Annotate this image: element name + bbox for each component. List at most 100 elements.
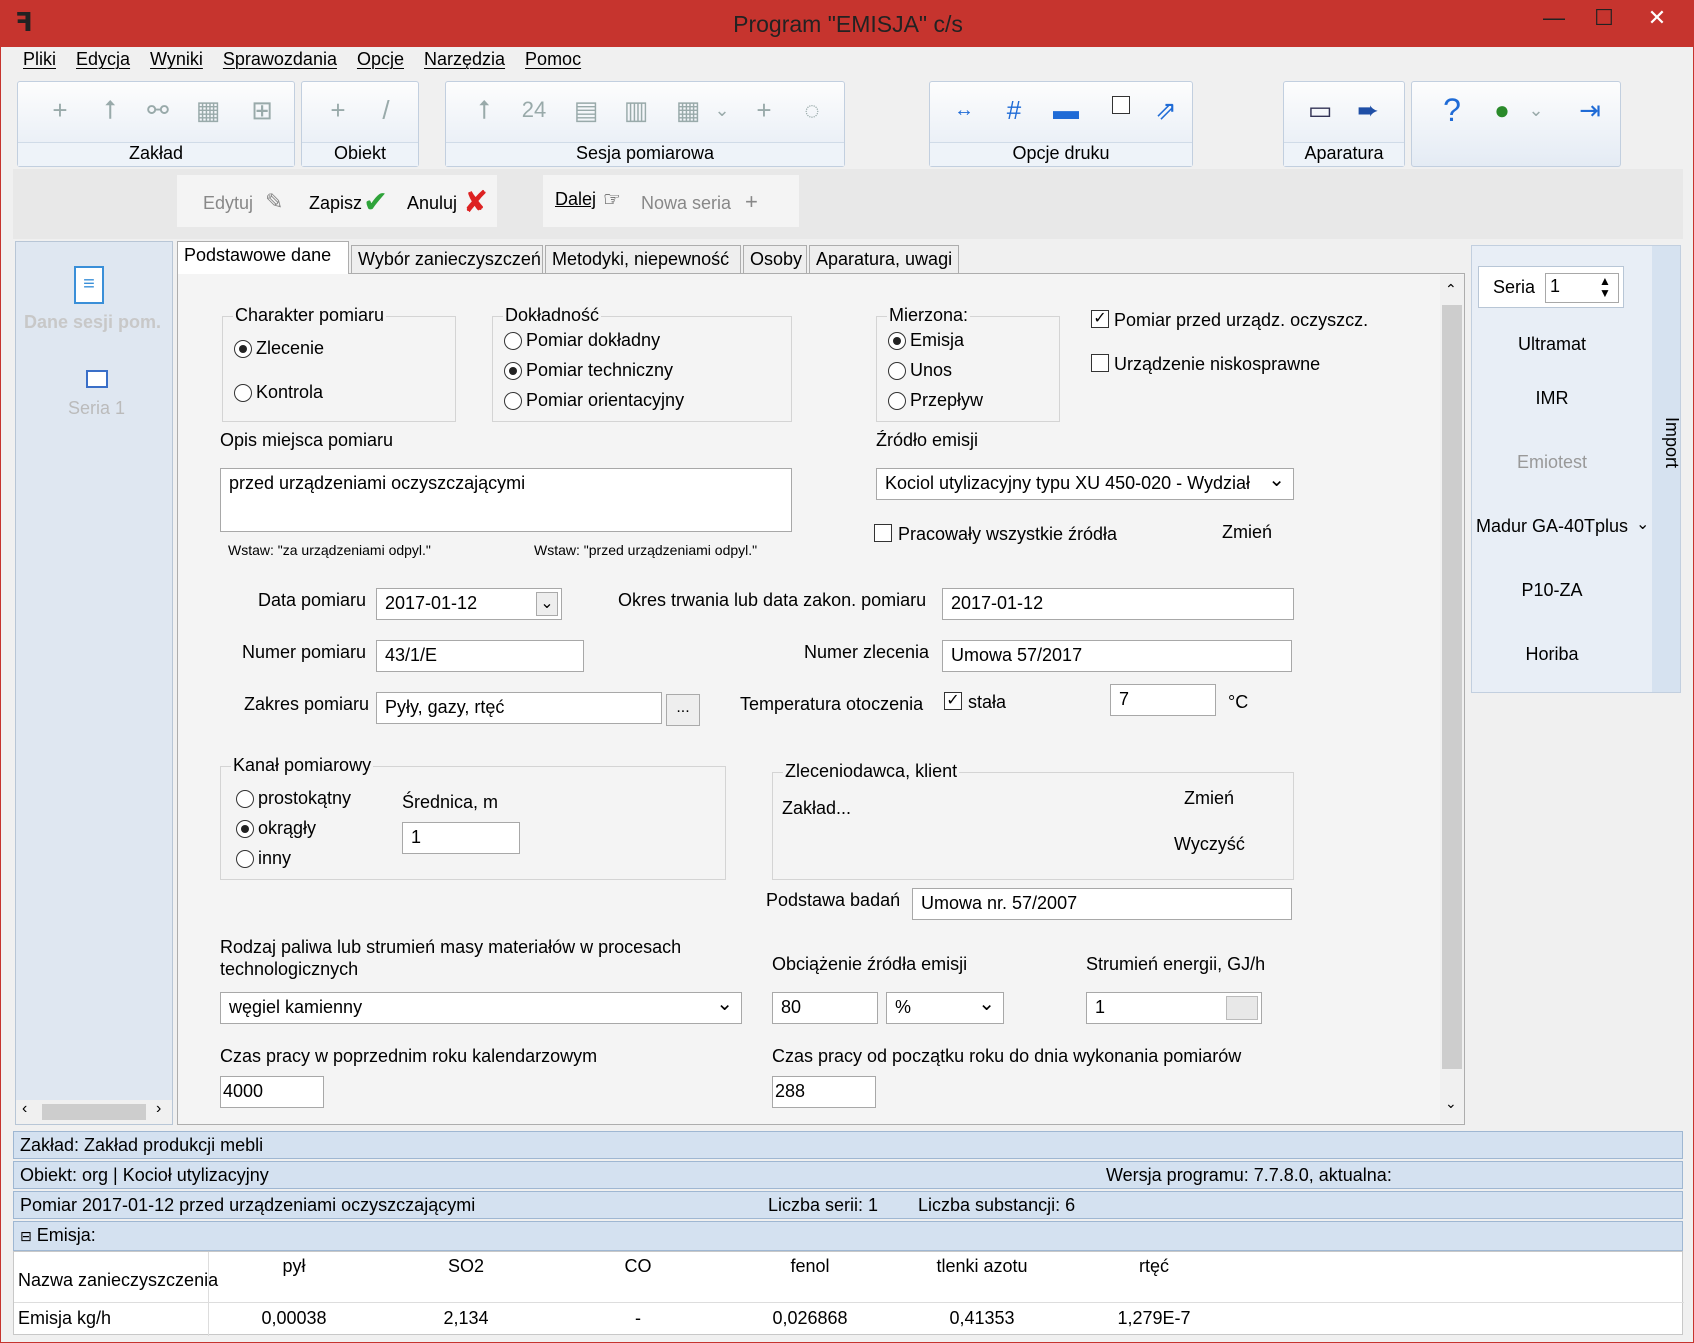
zleceniodawca-zmien-button[interactable]: Zmień [1184, 788, 1234, 809]
menu-pliki[interactable]: Pliki [23, 49, 56, 70]
table-icon[interactable]: ▥ [618, 92, 654, 128]
checkbox-stala[interactable]: ✓ [944, 692, 962, 710]
scroll-right-icon[interactable]: › [156, 1100, 161, 1118]
temp-input[interactable]: 7 [1110, 684, 1216, 716]
close-button[interactable]: ✕ [1625, 1, 1689, 35]
podstawa-input[interactable]: Umowa nr. 57/2007 [912, 888, 1292, 920]
aparatura-imr[interactable]: IMR [1472, 388, 1632, 409]
srednica-input[interactable]: 1 [402, 822, 520, 854]
data-picker[interactable]: 2017-01-12 [376, 588, 562, 620]
wstaw-za-link[interactable]: Wstaw: "za urządzeniami odpyl." [228, 542, 431, 558]
chevron-down-icon[interactable]: ⌄ [704, 92, 740, 128]
menu-edycja[interactable]: Edycja [76, 49, 130, 70]
zlecenie-input[interactable]: Umowa 57/2017 [942, 640, 1292, 672]
print-option-checkbox[interactable] [1112, 96, 1130, 114]
aparatura-p10za[interactable]: P10-ZA [1472, 580, 1632, 601]
printer-icon[interactable]: ▬ [1048, 92, 1084, 128]
clock-icon[interactable]: ◌ [794, 92, 830, 128]
radio-okragly[interactable] [236, 820, 254, 838]
calendar-dropdown-icon[interactable]: ⌄ [536, 592, 558, 616]
exit-icon[interactable]: ⇥ [1572, 92, 1608, 128]
zrodlo-select[interactable]: Kociol utylizacyjny typu XU 450-020 - Wy… [876, 468, 1294, 500]
aparatura-ultramat[interactable]: Ultramat [1472, 334, 1632, 355]
factory-icon[interactable]: ▦ [190, 92, 226, 128]
grid-dropdown-icon[interactable]: ▦ [670, 92, 706, 128]
tab-podstawowe-dane[interactable]: Podstawowe dane [177, 241, 349, 274]
chevron-down-icon[interactable]: ⌄ [1518, 92, 1554, 128]
aparatura-horiba[interactable]: Horiba [1472, 644, 1632, 665]
zleceniodawca-wyczysc-button[interactable]: Wyczyść [1174, 834, 1245, 855]
fit-width-icon[interactable]: ↔ [946, 92, 982, 128]
edit-obiekt-icon[interactable]: / [368, 92, 404, 128]
zakres-input[interactable]: Pyły, gazy, rtęć [376, 692, 662, 724]
save-button[interactable]: Zapisz [309, 193, 362, 214]
zakres-browse-button[interactable]: ... [666, 694, 700, 726]
nav-series-1[interactable]: Seria 1 [68, 398, 125, 419]
radio-przeplyw[interactable] [888, 392, 906, 410]
scroll-thumb[interactable] [1442, 305, 1462, 1069]
radio-techniczny[interactable] [504, 362, 522, 380]
maximize-button[interactable]: ☐ [1579, 1, 1629, 35]
cancel-button[interactable]: Anuluj [407, 193, 457, 214]
spinner-arrows-icon[interactable]: ▲ ▼ [1599, 275, 1611, 299]
radio-kontrola[interactable] [234, 384, 252, 402]
help-icon[interactable]: ? [1434, 92, 1470, 128]
add-building-icon[interactable]: ⊞ [244, 92, 280, 128]
radio-unos[interactable] [888, 362, 906, 380]
numer-input[interactable]: 43/1/E [376, 640, 584, 672]
radio-prostokatny[interactable] [236, 790, 254, 808]
aparatura-emiotest[interactable]: Emiotest [1472, 452, 1632, 473]
checkbox-pomiar-przed[interactable]: ✓ [1091, 310, 1109, 328]
obciazenie-input[interactable]: 80 [772, 992, 878, 1024]
emisja-group-row[interactable]: ⊟ Emisja: [13, 1221, 1683, 1251]
radio-zlecenie[interactable] [234, 340, 252, 358]
tab-osoby[interactable]: Osoby [743, 245, 807, 273]
tab-aparatura[interactable]: Aparatura, uwagi [809, 245, 959, 273]
new-series-button[interactable]: Nowa seria [641, 193, 731, 214]
scroll-up-icon[interactable]: ⌃ [1445, 281, 1457, 298]
form-vscrollbar[interactable]: ⌃ ⌄ [1440, 275, 1464, 1123]
menu-narzedzia[interactable]: Narzędzia [424, 49, 505, 70]
calendar-24-icon[interactable]: 24 [516, 92, 552, 128]
zrodlo-zmien-button[interactable]: Zmień [1222, 522, 1272, 543]
globe-icon[interactable]: ● [1484, 92, 1520, 128]
aparatura-madur[interactable]: Madur GA-40Tplus [1472, 516, 1632, 537]
nav-session-data[interactable]: Dane sesji pom. [24, 312, 161, 333]
obciazenie-unit-select[interactable]: % [886, 992, 1004, 1024]
link-icon[interactable]: ⚯ [140, 92, 176, 128]
tab-metodyki[interactable]: Metodyki, niepewność [545, 245, 741, 273]
add-zaklad-icon[interactable]: + [42, 92, 78, 128]
menu-pomoc[interactable]: Pomoc [525, 49, 581, 70]
paliwo-select[interactable]: węgiel kamienny [220, 992, 742, 1024]
menu-sprawozdania[interactable]: Sprawozdania [223, 49, 337, 70]
czas-poprz-input[interactable]: 4000 [220, 1076, 324, 1108]
numbering-icon[interactable]: # [996, 92, 1032, 128]
document-list-icon[interactable]: ▤ [568, 92, 604, 128]
scroll-thumb[interactable] [42, 1104, 146, 1120]
add-session-icon[interactable]: + [746, 92, 782, 128]
opis-textarea[interactable]: przed urządzeniami oczyszczającymi [220, 468, 792, 532]
add-obiekt-icon[interactable]: + [320, 92, 356, 128]
scroll-down-icon[interactable]: ⌄ [1445, 1095, 1457, 1112]
radio-emisja[interactable] [888, 332, 906, 350]
next-button[interactable]: Dalej [555, 189, 596, 210]
scroll-left-icon[interactable]: ‹ [22, 1100, 27, 1118]
collapse-icon[interactable]: ⊟ [20, 1228, 32, 1244]
wstaw-przed-link[interactable]: Wstaw: "przed urządzeniami odpyl." [534, 542, 757, 558]
okres-input[interactable]: 2017-01-12 [942, 588, 1294, 620]
left-hscrollbar[interactable]: ‹ › [16, 1100, 172, 1124]
probe-icon[interactable]: ➨ [1350, 92, 1386, 128]
up-arrow-icon[interactable]: ⭡ [466, 92, 502, 128]
edit-button[interactable]: Edytuj [203, 193, 253, 214]
radio-orientacyjny[interactable] [504, 392, 522, 410]
minimize-button[interactable]: — [1529, 1, 1579, 35]
checkbox-niskosprawne[interactable] [1091, 354, 1109, 372]
menu-wyniki[interactable]: Wyniki [150, 49, 203, 70]
menu-opcje[interactable]: Opcje [357, 49, 404, 70]
radio-dokladny[interactable] [504, 332, 522, 350]
radio-inny[interactable] [236, 850, 254, 868]
export-word-icon[interactable]: ⇗ [1148, 92, 1184, 128]
checkbox-pracowaly[interactable] [874, 524, 892, 542]
import-side-tab[interactable]: Import [1652, 246, 1682, 692]
strumien-calc-button[interactable] [1226, 996, 1258, 1020]
